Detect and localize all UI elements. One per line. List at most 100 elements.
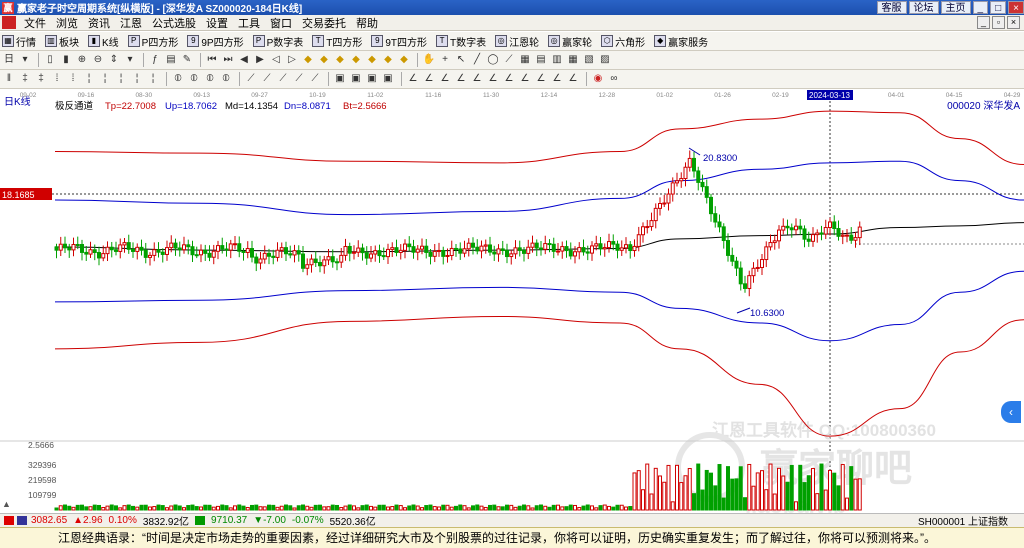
last-icon[interactable]: ⏭ xyxy=(221,53,235,67)
box-icon-4[interactable]: ▣ xyxy=(381,72,395,86)
tool-t-table[interactable]: T T数字表 xyxy=(436,34,486,49)
diamond-icon-4[interactable]: ◆ xyxy=(349,53,363,67)
next-icon[interactable]: ▷ xyxy=(285,53,299,67)
angle-icon-6[interactable]: ∠ xyxy=(486,72,500,86)
menu-gann[interactable]: 江恩 xyxy=(115,15,147,31)
angle-icon-9[interactable]: ∠ xyxy=(534,72,548,86)
angle-icon-1[interactable]: ∠ xyxy=(406,72,420,86)
diamond-icon-6[interactable]: ◆ xyxy=(381,53,395,67)
box-icon-2[interactable]: ▣ xyxy=(349,72,363,86)
gann-fan-icon-4[interactable]: ⟋ xyxy=(292,72,306,86)
up-down-icon[interactable]: ⇕ xyxy=(107,53,121,67)
fib-icon-4[interactable]: ⁞ xyxy=(50,72,64,86)
menu-info[interactable]: 资讯 xyxy=(83,15,115,31)
angle-icon-10[interactable]: ∠ xyxy=(550,72,564,86)
fib-icon-10[interactable]: ¦ xyxy=(146,72,160,86)
child-minimize-icon[interactable]: _ xyxy=(977,16,990,29)
angle-icon-11[interactable]: ∠ xyxy=(566,72,580,86)
tool-t-square[interactable]: T T四方形 xyxy=(312,34,362,49)
service-button[interactable]: 客服 xyxy=(876,1,907,14)
minimize-icon[interactable]: _ xyxy=(972,1,989,14)
line-icon[interactable]: ╱ xyxy=(470,53,484,67)
angle-icon-2[interactable]: ∠ xyxy=(422,72,436,86)
diamond-icon-1[interactable]: ◆ xyxy=(301,53,315,67)
dropdown-icon[interactable]: ▾ xyxy=(18,53,32,67)
formula-icon[interactable]: ƒ xyxy=(148,53,162,67)
tool-kline[interactable]: ▮ K线 xyxy=(88,34,119,49)
fan-icon[interactable]: ⟋ xyxy=(502,53,516,67)
tool-p-table[interactable]: P P数字表 xyxy=(252,34,303,49)
circle-icon[interactable]: ◯ xyxy=(486,53,500,67)
angle-icon-5[interactable]: ∠ xyxy=(470,72,484,86)
gann-fan-icon-1[interactable]: ⟋ xyxy=(244,72,258,86)
tool-service[interactable]: ◆ 赢家服务 xyxy=(654,34,708,49)
gann-fan-icon-3[interactable]: ⟋ xyxy=(276,72,290,86)
left-icon[interactable]: ◀ xyxy=(237,53,251,67)
kline-chart[interactable]: 09-02 09-16 08-30 09-13 09-27 10-19 11-02 11-16… xyxy=(0,89,1024,513)
fib-icon-2[interactable]: ‡ xyxy=(18,72,32,86)
fib-icon-1[interactable]: ‖ xyxy=(2,72,16,86)
fib-icon-3[interactable]: ‡ xyxy=(34,72,48,86)
menu-tools[interactable]: 工具 xyxy=(233,15,265,31)
diamond-icon-2[interactable]: ◆ xyxy=(317,53,331,67)
hand-icon[interactable]: ✋ xyxy=(422,53,436,67)
menu-browse[interactable]: 浏览 xyxy=(51,15,83,31)
angle-icon-4[interactable]: ∠ xyxy=(454,72,468,86)
tool-sector[interactable]: ▥ 板块 xyxy=(45,34,79,49)
close-icon[interactable]: × xyxy=(1008,1,1024,14)
cycle-icon-3[interactable]: ⦶ xyxy=(203,72,217,86)
chart-icon[interactable]: ▤ xyxy=(164,53,178,67)
scroll-up-icon[interactable]: ▲ xyxy=(2,499,11,509)
menu-formula[interactable]: 公式选股 xyxy=(147,15,201,31)
gann-fan-icon-2[interactable]: ⟋ xyxy=(260,72,274,86)
diamond-icon-3[interactable]: ◆ xyxy=(333,53,347,67)
home-button[interactable]: 主页 xyxy=(940,1,971,14)
table-icon[interactable]: ▦ xyxy=(518,53,532,67)
box-icon-1[interactable]: ▣ xyxy=(333,72,347,86)
tool-9p-square[interactable]: 9 9P四方形 xyxy=(187,34,244,49)
fib-icon-6[interactable]: ¦ xyxy=(82,72,96,86)
menu-settings[interactable]: 设置 xyxy=(201,15,233,31)
grid-icon-5[interactable]: ▧ xyxy=(582,53,596,67)
bars-icon[interactable]: ▮ xyxy=(59,53,73,67)
pen-icon[interactable]: ✎ xyxy=(180,53,194,67)
forum-button[interactable]: 论坛 xyxy=(908,1,939,14)
tool-gann-wheel[interactable]: ◎ 江恩轮 xyxy=(495,34,539,49)
tool-quotes[interactable]: ▦ 行情 xyxy=(2,34,36,49)
child-restore-icon[interactable]: ▫ xyxy=(992,16,1005,29)
globe-icon[interactable]: ◉ xyxy=(591,72,605,86)
right-icon[interactable]: ▶ xyxy=(253,53,267,67)
grid-icon-3[interactable]: ▥ xyxy=(550,53,564,67)
angle-icon-7[interactable]: ∠ xyxy=(502,72,516,86)
gann-fan-icon-5[interactable]: ⟋ xyxy=(308,72,322,86)
fib-icon-8[interactable]: ¦ xyxy=(114,72,128,86)
kline-type-icon[interactable]: ▯ xyxy=(43,53,57,67)
angle-icon-3[interactable]: ∠ xyxy=(438,72,452,86)
side-expand-button[interactable]: ‹ xyxy=(1001,401,1021,423)
fib-icon-5[interactable]: ⁞ xyxy=(66,72,80,86)
cycle-icon-2[interactable]: ⦶ xyxy=(187,72,201,86)
dropdown-icon-2[interactable]: ▾ xyxy=(123,53,137,67)
maximize-icon[interactable]: □ xyxy=(990,1,1007,14)
menu-file[interactable]: 文件 xyxy=(19,15,51,31)
menu-trade[interactable]: 交易委托 xyxy=(297,15,351,31)
tool-9t-square[interactable]: 9 9T四方形 xyxy=(371,34,427,49)
fib-icon-9[interactable]: ¦ xyxy=(130,72,144,86)
prev-icon[interactable]: ◁ xyxy=(269,53,283,67)
grid-icon-2[interactable]: ▤ xyxy=(534,53,548,67)
cycle-icon-1[interactable]: ⦶ xyxy=(171,72,185,86)
tool-hexagon[interactable]: ⬡ 六角形 xyxy=(601,34,645,49)
first-icon[interactable]: ⏮ xyxy=(205,53,219,67)
arrow-icon[interactable]: ↖ xyxy=(454,53,468,67)
crosshair-icon[interactable]: + xyxy=(438,53,452,67)
zoom-out-icon[interactable]: ⊖ xyxy=(91,53,105,67)
grid-icon-6[interactable]: ▨ xyxy=(598,53,612,67)
menu-window[interactable]: 窗口 xyxy=(265,15,297,31)
grid-icon-4[interactable]: ▦ xyxy=(566,53,580,67)
diamond-icon-5[interactable]: ◆ xyxy=(365,53,379,67)
tool-p-square[interactable]: P P四方形 xyxy=(127,34,178,49)
child-close-icon[interactable]: × xyxy=(1007,16,1020,29)
box-icon-3[interactable]: ▣ xyxy=(365,72,379,86)
zoom-in-icon[interactable]: ⊕ xyxy=(75,53,89,67)
diamond-icon-7[interactable]: ◆ xyxy=(397,53,411,67)
